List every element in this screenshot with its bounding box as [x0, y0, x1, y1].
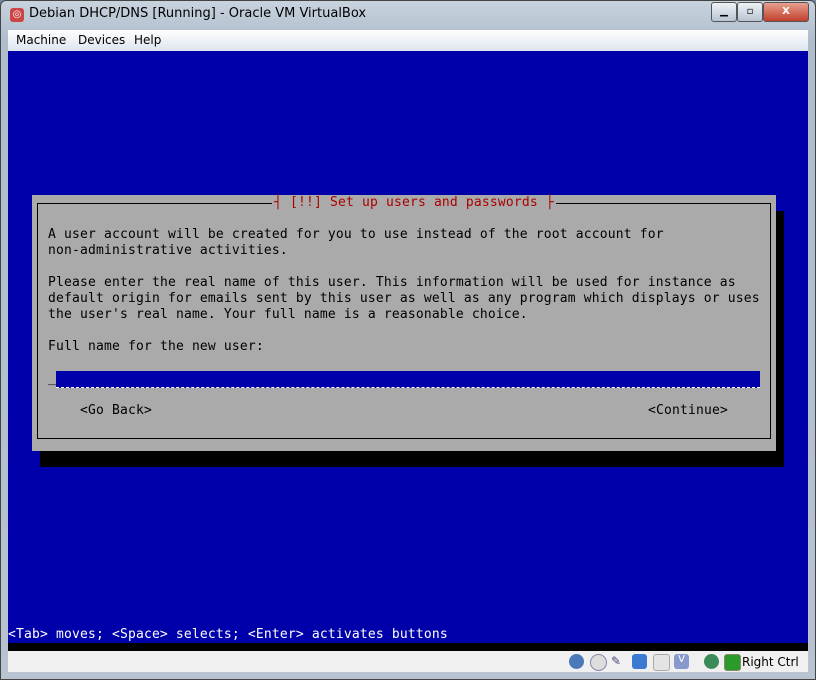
input-cursor: _: [48, 371, 56, 386]
virtualbox-app-icon: ◎: [10, 8, 24, 22]
hard-disk-icon[interactable]: [569, 654, 584, 669]
dialog-title-text: [!!] Set up users and passwords: [290, 195, 538, 210]
restore-button[interactable]: ▫: [737, 2, 763, 22]
window-title: Debian DHCP/DNS [Running] - Oracle VM Vi…: [29, 6, 367, 21]
full-name-input[interactable]: [56, 371, 760, 388]
dialog-shadow-right: [776, 211, 784, 451]
close-button[interactable]: X: [763, 2, 809, 22]
dialog-text-line: default origin for emails sent by this u…: [48, 291, 760, 306]
dialog-title: ┤ [!!] Set up users and passwords ├: [272, 195, 556, 211]
dialog-text-line: the user's real name. Your full name is …: [48, 307, 528, 322]
screen-bottom-border: [8, 643, 808, 651]
dialog-text-line: A user account will be created for you t…: [48, 227, 664, 242]
menu-devices[interactable]: Devices: [78, 33, 125, 47]
minimize-button[interactable]: ▁: [711, 2, 737, 22]
vm-screen[interactable]: ┤ [!!] Set up users and passwords ├ A us…: [8, 51, 808, 643]
continue-button[interactable]: <Continue>: [648, 403, 728, 419]
cd-icon[interactable]: [590, 654, 607, 671]
menu-help[interactable]: Help: [134, 33, 161, 47]
shared-folder-icon[interactable]: [653, 654, 670, 671]
help-line: <Tab> moves; <Space> selects; <Enter> ac…: [8, 627, 448, 642]
dialog-shadow: [40, 451, 784, 467]
host-key-label: Right Ctrl: [742, 655, 799, 669]
usb-icon[interactable]: ✎: [611, 654, 626, 669]
keyboard-capture-icon[interactable]: [724, 654, 741, 671]
network-icon[interactable]: [632, 654, 647, 669]
menu-bar: Machine Devices Help: [8, 30, 808, 51]
dialog-text-line: Please enter the real name of this user.…: [48, 275, 736, 290]
status-bar: ✎ V Right Ctrl: [8, 651, 808, 672]
setup-users-dialog: ┤ [!!] Set up users and passwords ├ A us…: [32, 195, 776, 451]
dialog-text-line: non-administrative activities.: [48, 243, 288, 258]
full-name-label: Full name for the new user:: [48, 339, 264, 354]
go-back-button[interactable]: <Go Back>: [80, 403, 152, 419]
menu-machine[interactable]: Machine: [16, 33, 66, 47]
mouse-integration-icon[interactable]: [704, 654, 719, 669]
vrde-icon[interactable]: V: [674, 654, 689, 669]
